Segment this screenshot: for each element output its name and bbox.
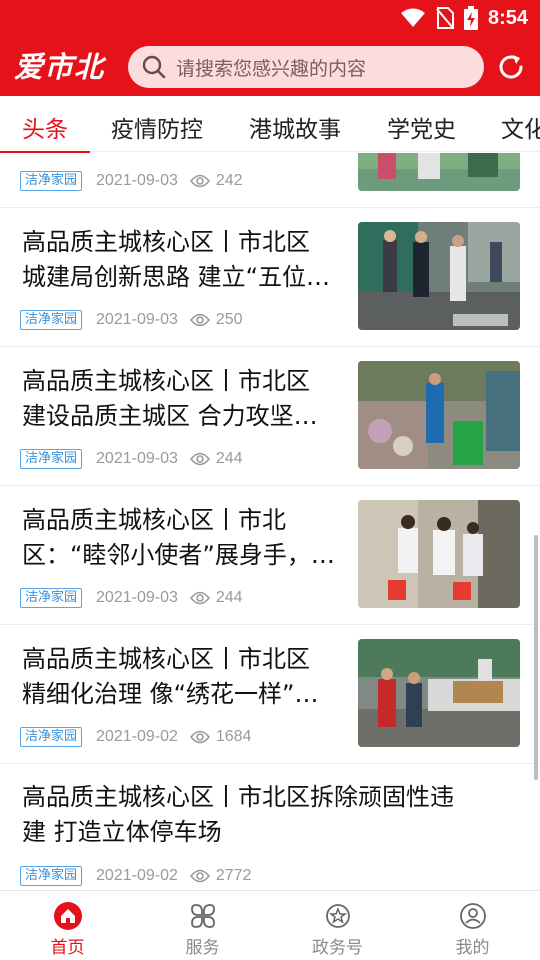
publish-date: 2021-09-02 [96,728,178,745]
battery-charging-icon [463,6,478,30]
views-icon [189,869,210,883]
gov-badge-icon [325,904,350,928]
news-thumbnail [358,639,520,747]
wifi-icon [400,8,425,27]
clock: 8:54 [487,6,528,29]
category-tag: 洁净家园 [20,727,83,747]
services-icon [190,904,215,928]
refresh-icon[interactable] [496,52,526,82]
category-tag: 洁净家园 [20,310,83,330]
nav-profile[interactable]: 我的 [405,891,540,960]
app-logo: 爱市北 [14,50,105,84]
news-thumbnail [358,500,520,608]
search-icon [142,55,166,79]
search-bar[interactable]: 请搜索您感兴趣的内容 [128,46,484,88]
bottom-navigation: 首页 服务 政务号 我的 [0,890,540,960]
view-count: 244 [215,450,243,467]
tab-epidemic-control[interactable]: 疫情防控 [111,110,203,144]
news-meta: 洁净家园 2021-09-03 244 [20,587,243,609]
tab-port-city-stories[interactable]: 港城故事 [249,110,341,144]
news-meta: 洁净家园 2021-09-02 2772 [20,865,251,887]
view-count: 250 [215,311,243,328]
news-title: 高品质主城核心区丨市北区 精细化治理 像“绣花一样”… [22,645,319,708]
views-icon [189,730,210,744]
views-icon [189,174,210,188]
news-title: 高品质主城核心区丨市北区 建设品质主城区 合力攻坚… [22,367,318,430]
news-meta: 洁净家园 2021-09-03 244 [20,448,243,470]
news-meta: 洁净家园 2021-09-02 1684 [20,726,251,748]
views-icon [189,591,210,605]
publish-date: 2021-09-03 [96,589,178,606]
view-count: 242 [215,172,243,189]
news-item[interactable]: 高品质主城核心区丨市北区 精细化治理 像“绣花一样”… 洁净家园 2021-09… [0,625,540,764]
publish-date: 2021-09-02 [96,867,178,884]
category-tag: 洁净家园 [20,171,83,191]
category-tag: 洁净家园 [20,588,83,608]
news-item[interactable]: 高品质主城核心区丨市北区 建设品质主城区 合力攻坚… 洁净家园 2021-09-… [0,347,540,486]
nav-gov-accounts[interactable]: 政务号 [270,891,405,960]
publish-date: 2021-09-03 [96,311,178,328]
news-thumbnail [358,222,520,330]
publish-date: 2021-09-03 [96,450,178,467]
category-tag: 洁净家园 [20,866,83,886]
news-thumbnail [358,153,520,191]
nav-home[interactable]: 首页 [0,891,135,960]
news-title: 高品质主城核心区丨市北区 城建局创新思路 建立“五位… [22,228,331,291]
news-item[interactable]: 高品质主城核心区丨市北 区：“睦邻小使者”展身手，… 洁净家园 2021-09-… [0,486,540,625]
news-feed[interactable]: 洁净家园 2021-09-03 242 高品质主城核心区丨市北区 城建局创新思路… [0,153,540,891]
news-meta: 洁净家园 2021-09-03 250 [20,309,243,331]
news-title: 高品质主城核心区丨市北区拆除顽固性违 建 打造立体停车场 [22,783,454,846]
feed-scrollbar[interactable] [534,535,538,780]
news-item[interactable]: 高品质主城核心区丨市北区拆除顽固性违 建 打造立体停车场 洁净家园 2021-0… [0,764,540,891]
category-tag: 洁净家园 [20,449,83,469]
view-count: 244 [215,589,243,606]
news-item[interactable]: 洁净家园 2021-09-03 242 [0,153,540,208]
nav-services[interactable]: 服务 [135,891,270,960]
home-icon [53,902,82,930]
no-sim-icon [436,7,454,29]
search-placeholder: 请搜索您感兴趣的内容 [176,57,367,80]
news-title: 高品质主城核心区丨市北 区：“睦邻小使者”展身手，… [22,506,335,569]
app-header: 8:54 爱市北 请搜索您感兴趣的内容 [0,0,540,96]
profile-icon [459,903,486,929]
tab-party-history[interactable]: 学党史 [387,110,456,144]
tab-culture[interactable]: 文化 [501,110,540,144]
views-icon [189,313,210,327]
view-count: 1684 [215,728,252,745]
category-tabs: 头条 疫情防控 港城故事 学党史 文化 [0,96,540,152]
publish-date: 2021-09-03 [96,172,178,189]
news-item[interactable]: 高品质主城核心区丨市北区 城建局创新思路 建立“五位… 洁净家园 2021-09… [0,208,540,347]
news-thumbnail [358,361,520,469]
news-meta: 洁净家园 2021-09-03 242 [20,170,243,192]
status-bar: 8:54 [400,6,528,30]
view-count: 2772 [215,867,252,884]
tab-headlines[interactable]: 头条 [22,110,68,144]
views-icon [189,452,210,466]
